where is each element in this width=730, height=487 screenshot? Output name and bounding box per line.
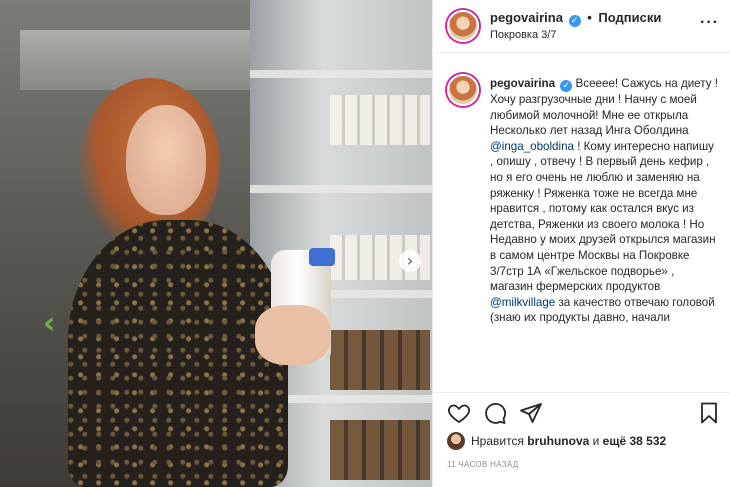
post-actions xyxy=(433,392,730,433)
avatar[interactable] xyxy=(447,74,479,106)
separator-dot: • xyxy=(587,10,592,25)
following-button[interactable]: Подписки xyxy=(598,10,661,25)
liker-avatar[interactable] xyxy=(447,432,465,450)
location-link[interactable]: Покровка 3/7 xyxy=(490,29,556,41)
bookmark-icon[interactable] xyxy=(697,401,721,425)
post-caption: pegovairina ✓ Всееее! Сажусь на диету ! … xyxy=(433,64,730,386)
caption-username[interactable]: pegovairina xyxy=(490,77,555,90)
woman-dress xyxy=(68,220,288,487)
comment-icon[interactable] xyxy=(483,401,507,425)
mention-link[interactable]: @milkvillage xyxy=(490,296,555,309)
post-timestamp[interactable]: 11 ЧАСОВ НАЗАД xyxy=(447,460,518,469)
verified-icon: ✓ xyxy=(568,15,581,27)
caption-text: pegovairina ✓ Всееее! Сажусь на диету ! … xyxy=(490,76,718,326)
likes-prefix: Нравится xyxy=(471,434,528,448)
milk-bottle-cap xyxy=(309,248,335,266)
post-photo[interactable]: ‹ › xyxy=(0,0,432,487)
avatar[interactable] xyxy=(447,10,479,42)
likes-count[interactable]: ещё 38 532 xyxy=(603,434,667,448)
fridge-shelf xyxy=(250,70,432,78)
mention-link[interactable]: @inga_oboldina xyxy=(490,140,574,153)
jars-row xyxy=(330,330,430,390)
woman-face xyxy=(126,105,206,215)
fridge-shelf xyxy=(250,185,432,193)
likes-line: Нравится bruhunova и ещё 38 532 xyxy=(447,432,666,450)
more-options-icon[interactable]: ··· xyxy=(700,14,719,32)
heart-icon[interactable] xyxy=(447,401,471,425)
username-link[interactable]: pegovairina xyxy=(490,10,563,25)
verified-icon: ✓ xyxy=(560,80,573,92)
instagram-post: ‹ › pegovairina ✓ • Подписки Покровка 3/… xyxy=(0,0,730,487)
woman-hand xyxy=(255,305,330,365)
post-side-panel: pegovairina ✓ • Подписки Покровка 3/7 ··… xyxy=(432,0,730,487)
post-header: pegovairina ✓ • Подписки Покровка 3/7 ··… xyxy=(433,0,730,53)
carousel-next-button[interactable]: › xyxy=(399,250,421,272)
share-icon[interactable] xyxy=(519,401,543,425)
likes-middle: и xyxy=(589,434,603,448)
jars-row xyxy=(330,420,430,480)
caption-body: ! Кому интересно напишу , опишу , отвечу… xyxy=(490,139,716,294)
header-user-line: pegovairina ✓ • Подписки xyxy=(490,10,661,27)
liker-username[interactable]: bruhunova xyxy=(527,434,589,448)
chevron-left-icon: ‹ xyxy=(43,306,56,341)
milk-bottles xyxy=(330,95,430,145)
